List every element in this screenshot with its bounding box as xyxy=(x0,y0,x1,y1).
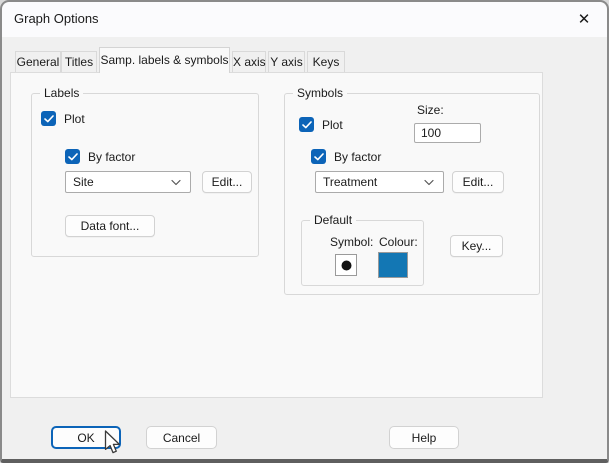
tab-page-samp-labels-symbols: Labels Plot By factor Site Edit... Data … xyxy=(10,72,543,398)
help-button[interactable]: Help xyxy=(389,426,459,449)
close-icon: ✕ xyxy=(577,11,591,28)
checkmark-icon xyxy=(43,114,54,122)
labels-group: Labels Plot By factor Site Edit... Data … xyxy=(31,86,259,257)
cancel-button[interactable]: Cancel xyxy=(146,426,217,449)
labels-factor-combobox[interactable]: Site xyxy=(65,171,191,193)
symbols-plot-checkbox[interactable] xyxy=(299,117,314,132)
labels-by-factor-label: By factor xyxy=(88,149,136,164)
labels-by-factor-checkbox[interactable] xyxy=(65,149,80,164)
default-group: Default Symbol: Colour: xyxy=(301,213,424,286)
checkmark-icon xyxy=(67,152,78,160)
filled-circle-icon xyxy=(341,260,351,270)
symbols-edit-button[interactable]: Edit... xyxy=(452,171,504,193)
tab-titles[interactable]: Titles xyxy=(61,51,97,72)
colour-label: Colour: xyxy=(379,235,418,249)
ok-button[interactable]: OK xyxy=(51,426,121,449)
key-button[interactable]: Key... xyxy=(450,235,503,257)
graph-options-dialog: Graph Options ✕ General Titles Samp. lab… xyxy=(0,0,609,463)
symbols-factor-combobox[interactable]: Treatment xyxy=(315,171,444,193)
tab-general[interactable]: General xyxy=(15,51,61,72)
size-input[interactable] xyxy=(414,123,481,143)
labels-factor-selected-value: Site xyxy=(73,175,94,189)
tab-samp-labels-symbols[interactable]: Samp. labels & symbols xyxy=(99,47,230,73)
chevron-down-icon xyxy=(424,179,434,186)
symbol-picker-button[interactable] xyxy=(335,254,357,276)
labels-plot-checkbox[interactable] xyxy=(41,111,56,126)
symbols-by-factor-label: By factor xyxy=(334,149,382,164)
symbols-plot-label: Plot xyxy=(322,117,343,132)
tab-y-axis[interactable]: Y axis xyxy=(268,51,305,72)
symbols-plot-checkbox-row: Plot xyxy=(299,117,343,132)
tab-x-axis[interactable]: X axis xyxy=(232,51,266,72)
default-group-title: Default xyxy=(310,213,357,228)
checkmark-icon xyxy=(313,152,324,160)
labels-edit-button[interactable]: Edit... xyxy=(202,171,252,193)
labels-plot-checkbox-row: Plot xyxy=(41,111,85,126)
labels-by-factor-checkbox-row: By factor xyxy=(65,149,135,164)
checkmark-icon xyxy=(301,120,312,128)
dialog-title: Graph Options xyxy=(14,11,99,26)
data-font-button[interactable]: Data font... xyxy=(65,215,155,237)
symbols-group-title: Symbols xyxy=(293,86,348,101)
chevron-down-icon xyxy=(171,179,181,186)
symbols-factor-selected-value: Treatment xyxy=(323,175,378,189)
symbols-by-factor-checkbox[interactable] xyxy=(311,149,326,164)
symbols-by-factor-checkbox-row: By factor xyxy=(311,149,381,164)
tab-keys[interactable]: Keys xyxy=(307,51,345,72)
size-label: Size: xyxy=(417,103,444,117)
colour-picker-button[interactable] xyxy=(378,252,408,278)
symbol-label: Symbol: xyxy=(330,235,374,249)
close-button[interactable]: ✕ xyxy=(567,4,601,34)
title-bar: Graph Options ✕ xyxy=(2,2,607,37)
symbols-group: Symbols Plot Size: By factor Treatment E… xyxy=(284,86,540,295)
labels-group-title: Labels xyxy=(40,86,84,101)
labels-plot-label: Plot xyxy=(64,111,85,126)
